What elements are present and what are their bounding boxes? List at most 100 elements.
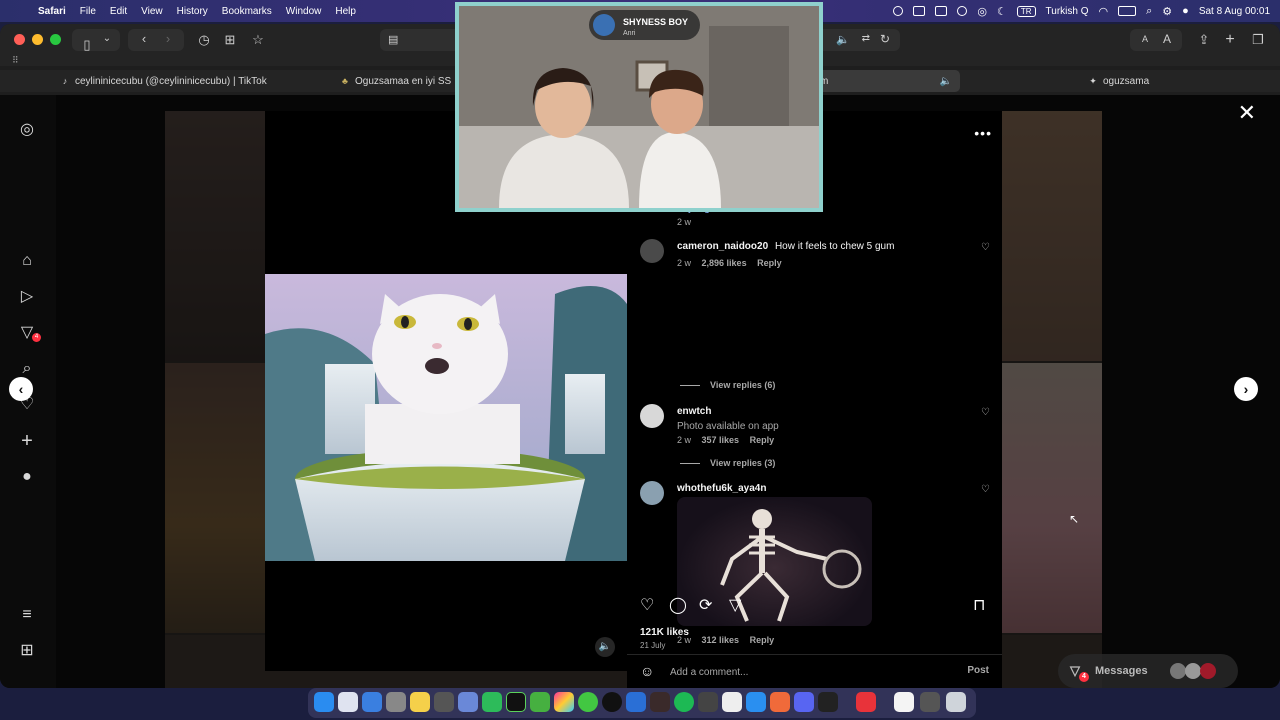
close-icon[interactable]: ✕ xyxy=(1238,102,1256,124)
comment-likes[interactable]: 357 likes xyxy=(702,435,740,445)
smaller-text-button[interactable]: A xyxy=(1136,29,1154,49)
battery-icon[interactable] xyxy=(1118,6,1137,16)
home-icon[interactable]: ⌂ xyxy=(17,251,37,271)
system-settings-icon[interactable] xyxy=(386,692,406,712)
more-menu-icon[interactable]: ≡ xyxy=(17,605,37,625)
comment-username[interactable]: whothefu6k_aya4n xyxy=(677,483,766,494)
app-icon[interactable] xyxy=(770,692,790,712)
comment-username[interactable]: enwtch xyxy=(677,406,711,417)
spotlight-search-icon[interactable]: ⌕ xyxy=(1146,5,1152,18)
save-bookmark-icon[interactable]: ⊓ xyxy=(973,595,985,615)
facetime-video-pip[interactable]: SHYNESS BOY Anri xyxy=(455,2,823,212)
comment-input[interactable] xyxy=(670,663,950,681)
translate-icon[interactable]: ⇄ xyxy=(862,33,870,44)
previous-post-button[interactable]: ‹ xyxy=(9,377,33,401)
tab-group-icon[interactable]: ⠿ xyxy=(12,55,19,66)
back-icon[interactable]: ‹ xyxy=(134,29,154,49)
app-icon[interactable] xyxy=(602,692,622,712)
repost-icon[interactable]: ⟳ xyxy=(699,595,712,615)
direct-messages-icon[interactable]: ▽ 4 xyxy=(17,323,41,343)
app-icon[interactable] xyxy=(722,692,742,712)
tab-overview-icon[interactable]: ⊞ xyxy=(220,30,240,50)
comment-likes[interactable]: 312 likes xyxy=(702,635,740,645)
menu-window[interactable]: Window xyxy=(286,6,322,17)
document-icon[interactable] xyxy=(894,692,914,712)
audio-playing-icon[interactable]: 🔈 xyxy=(836,33,850,46)
spotify-icon[interactable] xyxy=(674,692,694,712)
terminal-icon[interactable] xyxy=(818,692,838,712)
discord-icon[interactable] xyxy=(794,692,814,712)
clock[interactable]: Sat 8 Aug 00:01 xyxy=(1199,6,1270,17)
folder-icon[interactable] xyxy=(920,692,940,712)
status-icon[interactable] xyxy=(935,6,948,16)
finder-icon[interactable] xyxy=(314,692,334,712)
zoom-window-button[interactable] xyxy=(50,34,61,45)
search-icon[interactable]: ⌕ xyxy=(17,359,37,379)
menu-help[interactable]: Help xyxy=(335,6,356,17)
also-from-meta-icon[interactable]: ⊞ xyxy=(17,641,37,661)
focus-moon-icon[interactable]: ☾ xyxy=(997,5,1007,18)
tab-oguzsama[interactable]: ✦ oguzsama xyxy=(960,70,1278,92)
reply-button[interactable]: Reply xyxy=(757,258,782,268)
view-replies-button[interactable]: View replies (6) xyxy=(680,380,775,390)
comment-likes[interactable]: 2,896 likes xyxy=(702,258,747,268)
tab-tiktok[interactable]: ♪ ceylininicecubu (@ceylininicecubu) | T… xyxy=(0,70,290,92)
share-icon[interactable]: ⇪ xyxy=(1194,30,1214,50)
profile-avatar[interactable]: ● xyxy=(17,467,37,487)
photos-icon[interactable] xyxy=(554,692,574,712)
forward-icon[interactable]: › xyxy=(158,29,178,49)
share-send-icon[interactable]: ▽ xyxy=(729,595,741,615)
app-icon[interactable] xyxy=(856,692,876,712)
status-icon[interactable] xyxy=(893,6,904,16)
emoji-picker-icon[interactable]: ☺ xyxy=(640,663,654,679)
tab-switcher-icon[interactable]: ❐ xyxy=(1248,30,1268,50)
whatsapp-icon[interactable] xyxy=(482,692,502,712)
view-replies-button[interactable]: View replies (3) xyxy=(680,458,775,468)
close-window-button[interactable] xyxy=(14,34,25,45)
commenter-avatar[interactable] xyxy=(640,404,664,428)
commenter-avatar[interactable] xyxy=(640,481,664,505)
tab-audio-icon[interactable]: 🔈 xyxy=(940,76,952,87)
minimize-window-button[interactable] xyxy=(32,34,43,45)
commenter-avatar[interactable] xyxy=(640,239,664,263)
input-source-badge[interactable]: TR xyxy=(1016,5,1036,17)
reply-button[interactable]: Reply xyxy=(750,635,775,645)
input-source-label[interactable]: Turkish Q xyxy=(1046,6,1089,17)
reply-button[interactable]: Reply xyxy=(750,435,775,445)
facetime-caller-pill[interactable]: SHYNESS BOY Anri xyxy=(589,10,701,40)
chevron-down-icon[interactable]: ⌄ xyxy=(100,29,114,49)
page-menu-icon[interactable]: ▤ xyxy=(388,33,398,46)
play-icon[interactable] xyxy=(957,6,968,16)
like-comment-heart-icon[interactable]: ♡ xyxy=(981,484,990,495)
mail-icon[interactable] xyxy=(362,692,382,712)
app-icon[interactable] xyxy=(530,692,550,712)
airdrop-icon[interactable]: ◎ xyxy=(977,5,987,18)
trash-icon[interactable] xyxy=(946,692,966,712)
calculator-icon[interactable] xyxy=(434,692,454,712)
create-plus-icon[interactable]: + xyxy=(17,431,37,451)
new-tab-icon[interactable]: + xyxy=(1220,30,1240,50)
comment-username[interactable]: cameron_naidoo20 xyxy=(677,241,768,252)
menu-view[interactable]: View xyxy=(141,6,163,17)
menu-edit[interactable]: Edit xyxy=(110,6,127,17)
messages-drawer-button[interactable]: ▽ 4 Messages xyxy=(1058,654,1238,688)
reels-icon[interactable]: ▷ xyxy=(17,287,37,307)
next-post-button[interactable]: › xyxy=(1234,377,1258,401)
safari-icon[interactable] xyxy=(746,692,766,712)
audio-toggle-icon[interactable]: 🔈 xyxy=(595,637,615,657)
post-likes-count[interactable]: 121K likes xyxy=(640,627,689,638)
app-icon[interactable] xyxy=(650,692,670,712)
notes-icon[interactable] xyxy=(410,692,430,712)
menu-app-name[interactable]: Safari xyxy=(38,6,66,17)
control-center-icon[interactable]: ⚙ xyxy=(1162,5,1172,18)
app-icon[interactable] xyxy=(626,692,646,712)
sidebar-icon[interactable]: ▯ xyxy=(78,35,96,55)
reload-icon[interactable]: ↻ xyxy=(880,32,890,46)
menu-history[interactable]: History xyxy=(177,6,208,17)
menu-file[interactable]: File xyxy=(80,6,96,17)
instagram-logo-icon[interactable]: ◎ xyxy=(17,120,37,140)
like-comment-heart-icon[interactable]: ♡ xyxy=(981,407,990,418)
more-options-icon[interactable]: ••• xyxy=(974,125,992,141)
app-icon[interactable] xyxy=(578,692,598,712)
wifi-icon[interactable]: ◠ xyxy=(1099,5,1109,18)
